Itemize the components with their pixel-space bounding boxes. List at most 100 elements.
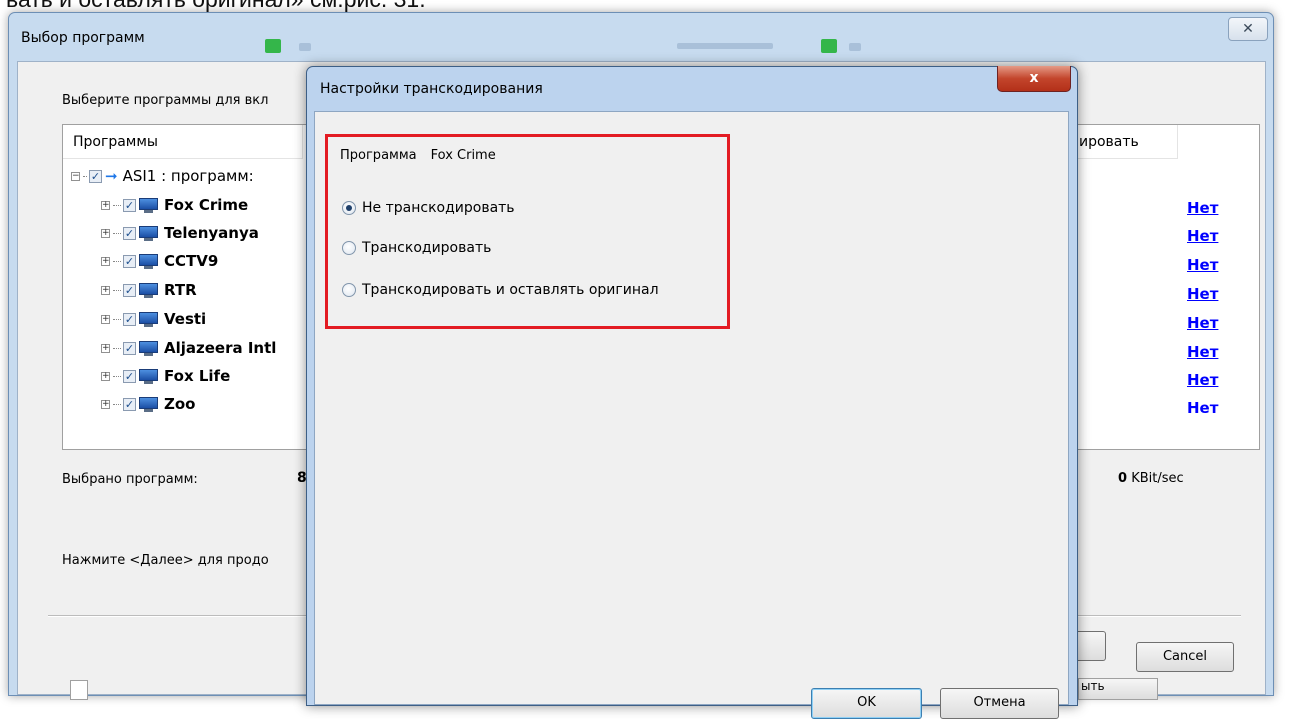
dialog-client-area: Программа Fox Crime Не транскодировать Тр… <box>314 111 1069 719</box>
tree-connector <box>113 289 121 291</box>
transcode-link[interactable]: Нет <box>1187 343 1218 361</box>
option-label: Транскодировать и оставлять оригинал <box>362 282 659 298</box>
transcode-link[interactable]: Нет <box>1187 314 1218 332</box>
collapse-toggle[interactable]: − <box>71 171 80 181</box>
background-indicator <box>265 39 281 53</box>
tree-item[interactable]: + ✓ Fox Life <box>101 364 230 388</box>
program-name: Aljazeera Intl <box>164 339 277 357</box>
background-indicator <box>821 39 837 53</box>
program-name: Fox Life <box>164 367 231 385</box>
program-checkbox[interactable]: ✓ <box>123 226 136 240</box>
root-label: ASI1 : программ: <box>122 167 254 185</box>
transcode-link[interactable]: Нет <box>1187 199 1218 217</box>
program-name: Vesti <box>164 310 207 328</box>
background-control <box>70 680 88 700</box>
dialog-close-button[interactable]: x <box>997 66 1071 92</box>
cancel-button[interactable]: Cancel <box>1136 642 1234 672</box>
program-checkbox[interactable]: ✓ <box>123 312 136 326</box>
tree-item[interactable]: + ✓ Vesti <box>101 307 206 331</box>
arrow-right-icon: ➞ <box>105 167 118 185</box>
tree-item[interactable]: + ✓ Telenyanya <box>101 221 259 245</box>
transcode-link[interactable]: Нет <box>1187 371 1218 389</box>
program-checkbox[interactable]: ✓ <box>123 283 136 297</box>
expand-toggle[interactable]: + <box>101 371 110 381</box>
transcoding-settings-dialog: Настройки транскодирования x Программа Fo… <box>306 66 1078 719</box>
tree-connector <box>113 204 121 206</box>
instruction-text: Выберите программы для вкл <box>62 93 269 108</box>
tree-connector <box>113 403 121 405</box>
monitor-icon <box>139 197 158 213</box>
monitor-icon <box>139 225 158 241</box>
monitor-icon <box>139 282 158 298</box>
program-label: Программа <box>340 148 417 163</box>
expand-toggle[interactable]: + <box>101 228 110 238</box>
tree-item[interactable]: + ✓ Fox Crime <box>101 193 248 217</box>
expand-toggle[interactable]: + <box>101 285 110 295</box>
window-title: Выбор программ <box>21 30 145 46</box>
transcode-link[interactable]: Нет <box>1187 399 1218 417</box>
monitor-icon <box>139 311 158 327</box>
program-name: CCTV9 <box>164 252 219 270</box>
radio-button[interactable] <box>342 241 356 255</box>
monitor-icon <box>139 396 158 412</box>
expand-toggle[interactable]: + <box>101 399 110 409</box>
expand-toggle[interactable]: + <box>101 314 110 324</box>
program-checkbox[interactable]: ✓ <box>123 397 136 411</box>
tree-item[interactable]: + ✓ CCTV9 <box>101 249 218 273</box>
close-icon: ✕ <box>1242 21 1254 37</box>
background-indicator <box>677 43 773 49</box>
bitrate-unit: KBit/sec <box>1131 471 1184 486</box>
option-no-transcode[interactable]: Не транскодировать <box>342 200 515 216</box>
program-checkbox[interactable]: ✓ <box>123 341 136 355</box>
program-name: Zoo <box>164 395 196 413</box>
option-label: Не транскодировать <box>362 200 515 216</box>
tree-item[interactable]: + ✓ Zoo <box>101 392 196 416</box>
program-info: Программа Fox Crime <box>340 148 496 163</box>
tree-connector <box>113 260 121 262</box>
option-label: Транскодировать <box>362 240 492 256</box>
monitor-icon <box>139 253 158 269</box>
program-checkbox[interactable]: ✓ <box>123 198 136 212</box>
option-transcode[interactable]: Транскодировать <box>342 240 491 256</box>
program-checkbox[interactable]: ✓ <box>123 369 136 383</box>
expand-toggle[interactable]: + <box>101 256 110 266</box>
tree-item[interactable]: + ✓ RTR <box>101 278 197 302</box>
root-checkbox[interactable]: ✓ <box>89 169 102 183</box>
expand-toggle[interactable]: + <box>101 200 110 210</box>
tree-item[interactable]: + ✓ Aljazeera Intl <box>101 336 276 360</box>
program-value: Fox Crime <box>430 148 496 163</box>
tree-connector <box>113 232 121 234</box>
option-transcode-keep-original[interactable]: Транскодировать и оставлять оригинал <box>342 282 659 298</box>
monitor-icon <box>139 368 158 384</box>
transcode-link[interactable]: Нет <box>1187 285 1218 303</box>
transcode-link[interactable]: Нет <box>1187 256 1218 274</box>
bitrate-readout: 0 KBit/sec <box>1118 471 1184 486</box>
program-name: Fox Crime <box>164 196 249 214</box>
next-hint-text: Нажмите <Далее> для продо <box>62 553 269 568</box>
close-button[interactable]: ✕ <box>1228 17 1268 41</box>
tree-root-row[interactable]: − ✓ ➞ ASI1 : программ: <box>71 164 254 188</box>
highlight-frame <box>325 134 730 329</box>
tree-connector <box>113 347 121 349</box>
transcode-link[interactable]: Нет <box>1187 227 1218 245</box>
column-header-transcode[interactable]: ировать <box>1073 125 1178 159</box>
monitor-icon <box>139 340 158 356</box>
program-name: RTR <box>164 281 197 299</box>
ok-button[interactable]: OK <box>811 688 922 719</box>
tree-connector <box>83 175 87 177</box>
radio-button[interactable] <box>342 283 356 297</box>
expand-toggle[interactable]: + <box>101 343 110 353</box>
program-name: Telenyanya <box>164 224 259 242</box>
tree-connector <box>113 318 121 320</box>
program-checkbox[interactable]: ✓ <box>123 254 136 268</box>
column-header-programs[interactable]: Программы <box>63 125 303 159</box>
background-indicator <box>849 43 861 51</box>
tree-connector <box>113 375 121 377</box>
cancel-button[interactable]: Отмена <box>940 688 1059 719</box>
dialog-title: Настройки транскодирования <box>320 81 543 97</box>
background-button: ыть <box>1078 678 1158 700</box>
bitrate-value: 0 <box>1118 471 1128 486</box>
radio-button-selected[interactable] <box>342 201 356 215</box>
selected-count-label: Выбрано программ: <box>62 472 198 487</box>
close-icon: x <box>1029 70 1039 86</box>
